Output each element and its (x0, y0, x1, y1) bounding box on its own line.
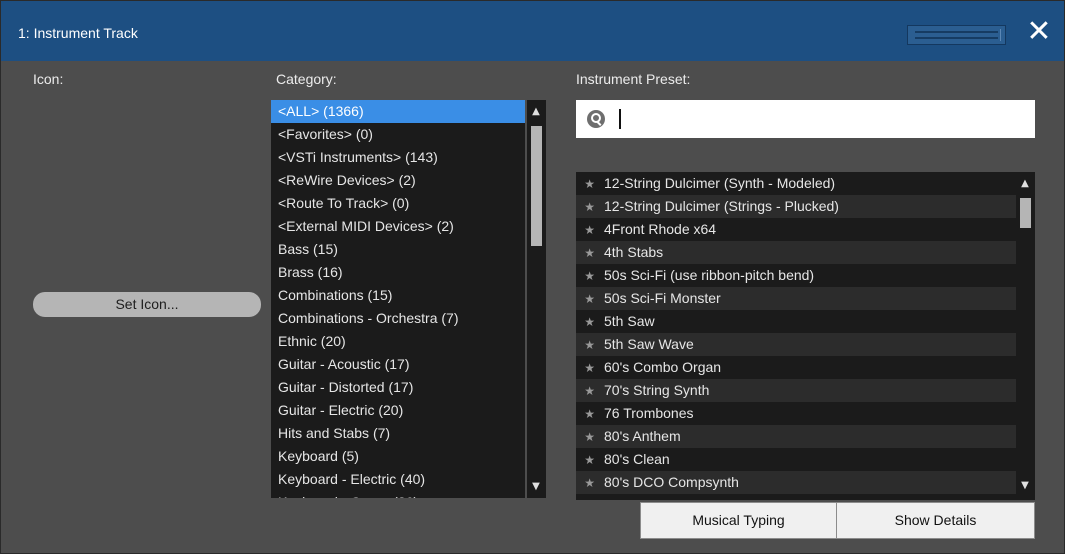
preset-row[interactable]: ★ 4th Stabs (576, 241, 1016, 264)
star-icon[interactable]: ★ (576, 219, 604, 242)
star-icon[interactable]: ★ (576, 311, 604, 334)
category-item[interactable]: Brass (16) (271, 261, 525, 284)
star-icon[interactable]: ★ (576, 426, 604, 449)
musical-typing-button[interactable]: Musical Typing (640, 502, 837, 539)
star-icon[interactable]: ★ (576, 495, 604, 500)
text-caret (619, 109, 621, 129)
preset-row[interactable]: ★ 50s Sci-Fi Monster (576, 287, 1016, 310)
preset-row[interactable]: ★ 5th Saw Wave (576, 333, 1016, 356)
category-item[interactable]: Bass (15) (271, 238, 525, 261)
preset-name: 50s Sci-Fi (use ribbon-pitch bend) (604, 267, 815, 283)
preset-name: 12-String Dulcimer (Synth - Modeled) (604, 175, 836, 191)
instrument-preset-list[interactable]: ★ 12-String Dulcimer (Synth - Modeled) ★ 12… (576, 172, 1016, 500)
category-item[interactable]: Keyboard (5) (271, 445, 525, 468)
preset-scroll-thumb[interactable] (1020, 198, 1031, 228)
preset-row[interactable]: ★ 4Front Rhode x64 (576, 218, 1016, 241)
preset-name: 80's DCO Compsynth (604, 474, 739, 490)
category-item[interactable]: <ReWire Devices> (2) (271, 169, 525, 192)
category-scrollbar[interactable]: ▲ ▼ (527, 100, 546, 498)
star-icon[interactable]: ★ (576, 380, 604, 403)
scroll-up-arrow-icon[interactable]: ▲ (527, 105, 545, 119)
meter-peak-tick (1000, 29, 1001, 41)
level-meter (907, 25, 1006, 45)
category-item[interactable]: Guitar - Electric (20) (271, 399, 525, 422)
star-icon[interactable]: ★ (576, 265, 604, 288)
instrument-preset-label: Instrument Preset: (576, 71, 691, 87)
preset-name: 4Front Rhode x64 (604, 221, 717, 237)
preset-name: 50s Sci-Fi Monster (604, 290, 721, 306)
preset-name: 5th Saw (604, 313, 655, 329)
close-icon[interactable]: ✕ (1024, 17, 1054, 47)
preset-row[interactable]: ★ 76 Trombones (576, 402, 1016, 425)
star-icon[interactable]: ★ (576, 196, 604, 219)
preset-row[interactable]: ★ 60's Combo Organ (576, 356, 1016, 379)
category-item[interactable]: Ethnic (20) (271, 330, 525, 353)
preset-name: 80's Clean (604, 451, 670, 467)
category-item[interactable]: Combinations (15) (271, 284, 525, 307)
preset-name: 80's Fatty (604, 497, 664, 500)
preset-name: 4th Stabs (604, 244, 664, 260)
star-icon[interactable]: ★ (576, 173, 604, 196)
preset-search-input[interactable] (613, 106, 1013, 132)
category-item[interactable]: <External MIDI Devices> (2) (271, 215, 525, 238)
search-icon (587, 110, 605, 128)
star-icon[interactable]: ★ (576, 472, 604, 495)
star-icon[interactable]: ★ (576, 449, 604, 472)
category-scroll-thumb[interactable] (531, 126, 542, 246)
category-item[interactable]: Combinations - Orchestra (7) (271, 307, 525, 330)
preset-row[interactable]: ★ 80's Anthem (576, 425, 1016, 448)
category-item[interactable]: <Favorites> (0) (271, 123, 525, 146)
star-icon[interactable]: ★ (576, 357, 604, 380)
meter-bar-right (915, 37, 998, 39)
preset-name: 12-String Dulcimer (Strings - Plucked) (604, 198, 839, 214)
category-item[interactable]: Keyboard - Electric (40) (271, 468, 525, 491)
preset-name: 60's Combo Organ (604, 359, 722, 375)
show-details-button[interactable]: Show Details (836, 502, 1035, 539)
star-icon[interactable]: ★ (576, 334, 604, 357)
preset-row[interactable]: ★ 12-String Dulcimer (Synth - Modeled) (576, 172, 1016, 195)
preset-name: 76 Trombones (604, 405, 694, 421)
preset-row[interactable]: ★ 80's DCO Compsynth (576, 471, 1016, 494)
preset-row[interactable]: ★80's Fatty (576, 494, 1016, 500)
preset-row[interactable]: ★ 70's String Synth (576, 379, 1016, 402)
preset-row[interactable]: ★ 80's Clean (576, 448, 1016, 471)
instrument-track-dialog: 1: Instrument Track ✕ Icon: Category: In… (0, 0, 1065, 554)
title-bar[interactable]: 1: Instrument Track ✕ (1, 1, 1064, 61)
category-item[interactable]: Hits and Stabs (7) (271, 422, 525, 445)
category-item[interactable]: <VSTi Instruments> (143) (271, 146, 525, 169)
window-title: 1: Instrument Track (18, 25, 138, 41)
meter-bar-left (915, 31, 998, 33)
category-label: Category: (276, 71, 337, 87)
search-icon-handle (596, 121, 602, 126)
preset-name: 5th Saw Wave (604, 336, 694, 352)
category-item[interactable]: Guitar - Distorted (17) (271, 376, 525, 399)
preset-name: 70's String Synth (604, 382, 710, 398)
star-icon[interactable]: ★ (576, 242, 604, 265)
preset-row[interactable]: ★ 12-String Dulcimer (Strings - Plucked) (576, 195, 1016, 218)
category-list[interactable]: <ALL> (1366) <Favorites> (0) <VSTi Instrum… (271, 100, 525, 498)
category-item[interactable]: Guitar - Acoustic (17) (271, 353, 525, 376)
scroll-down-arrow-icon[interactable]: ▼ (1016, 479, 1034, 493)
preset-name: 80's Anthem (604, 428, 681, 444)
icon-label: Icon: (33, 71, 64, 87)
set-icon-button[interactable]: Set Icon... (33, 292, 261, 317)
category-item[interactable]: <ALL> (1366) (271, 100, 525, 123)
preset-search-box[interactable] (576, 100, 1035, 138)
category-item[interactable]: Keyboard - Organ (26) (271, 491, 525, 498)
category-item[interactable]: <Route To Track> (0) (271, 192, 525, 215)
preset-scrollbar[interactable]: ▲ ▼ (1016, 172, 1035, 500)
scroll-up-arrow-icon[interactable]: ▲ (1016, 177, 1034, 191)
star-icon[interactable]: ★ (576, 403, 604, 426)
preset-row[interactable]: ★ 50s Sci-Fi (use ribbon-pitch bend) (576, 264, 1016, 287)
star-icon[interactable]: ★ (576, 288, 604, 311)
scroll-down-arrow-icon[interactable]: ▼ (527, 480, 545, 494)
preset-row[interactable]: ★ 5th Saw (576, 310, 1016, 333)
